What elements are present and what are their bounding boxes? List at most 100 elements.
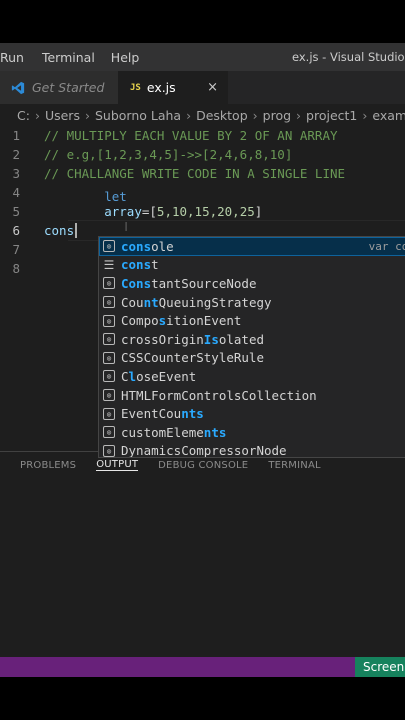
menu-bar: Run Terminal Help ex.js - Visual Studio … <box>0 43 405 71</box>
tab-label: Get Started <box>32 80 105 95</box>
suggestion-label: const <box>121 257 159 272</box>
window-title: ex.js - Visual Studio Co <box>292 50 405 64</box>
code-bracket: ] <box>254 204 263 219</box>
tab-terminal[interactable]: TERMINAL <box>268 460 320 471</box>
status-bar: Screen R <box>0 657 405 677</box>
chevron-right-icon: › <box>34 107 40 123</box>
line-number: 6 <box>12 223 20 238</box>
suggestion-label: DynamicsCompressorNode <box>121 443 287 458</box>
variable-icon: ⊚ <box>103 240 115 253</box>
suggestion-text: HTMLFormControlsCollection <box>121 387 317 403</box>
suggestion-text: QueuingStrategy <box>158 294 272 310</box>
suggestion-text: customEleme <box>121 424 204 440</box>
variable-icon: ⊚ <box>103 296 115 309</box>
chevron-right-icon: › <box>84 107 90 123</box>
suggestion-list: ⊚consolevar con☰const⊚ConstantSourceNode… <box>99 237 405 458</box>
suggestion-item[interactable]: ⊚ crossOriginIsolated <box>99 330 405 349</box>
breadcrumb-item[interactable]: Desktop <box>196 108 248 123</box>
menu-run[interactable]: Run <box>0 50 32 65</box>
suggestion-text: crossOrigin <box>121 331 204 347</box>
tab-label: ex.js <box>146 80 176 95</box>
bottom-panel: PROBLEMS OUTPUT DEBUG CONSOLE TERMINAL <box>0 451 405 658</box>
tab-ex-js[interactable]: JS ex.js × <box>118 71 228 104</box>
suggestion-text: Is <box>203 331 219 347</box>
menu-terminal[interactable]: Terminal <box>42 50 103 65</box>
suggestion-text: oseEvent <box>136 368 197 384</box>
suggestion-label: CloseEvent <box>121 369 196 384</box>
menu-help[interactable]: Help <box>111 50 148 65</box>
code-line: 2 // e.g,[1,2,3,4,5]->>[2,4,6,8,10] <box>0 145 405 164</box>
suggestion-item[interactable]: ⊚ CountQueuingStrategy <box>99 293 405 312</box>
suggestion-label: CSSCounterStyleRule <box>121 350 264 365</box>
suggestion-item[interactable]: ⊚ ConstantSourceNode <box>99 274 405 293</box>
line-number: 5 <box>12 204 20 219</box>
suggestion-label: EventCounts <box>121 406 204 421</box>
js-file-icon: JS <box>130 82 141 93</box>
close-icon[interactable]: × <box>207 80 218 95</box>
suggestion-item[interactable]: ⊚ HTMLFormControlsCollection <box>99 386 405 405</box>
suggestion-text: EventCou <box>121 406 182 422</box>
suggestion-item[interactable]: ☰ const <box>99 256 405 275</box>
tab-get-started[interactable]: Get Started <box>0 71 118 104</box>
suggestion-label: ConstantSourceNode <box>121 276 256 291</box>
suggestion-item[interactable]: ⊚ console var con <box>99 237 405 256</box>
code-numbers: 5,10,15,20,25 <box>156 204 255 219</box>
variable-icon: ⊚ <box>103 277 115 290</box>
breadcrumb-item[interactable]: Users <box>45 108 80 123</box>
text-caret <box>75 223 78 238</box>
code-line: 5 let array=[5,10,15,20,25] Ⅰ <box>0 189 405 234</box>
code-comment: // e.g,[1,2,3,4,5]->>[2,4,6,8,10] <box>44 147 293 162</box>
suggestion-item[interactable]: ⊚ CloseEvent <box>99 367 405 386</box>
chevron-right-icon: › <box>186 107 192 123</box>
code-typed-text: cons <box>44 223 75 238</box>
suggestion-text: CSSCounterStyleRule <box>121 350 264 366</box>
suggestion-text: itionEvent <box>166 313 242 329</box>
suggestion-text: cons <box>121 238 152 254</box>
breadcrumb-item[interactable]: project1 <box>306 108 357 123</box>
suggestion-item[interactable]: ⊚ DynamicsCompressorNode <box>99 442 405 458</box>
code-operator: =[ <box>141 204 157 219</box>
variable-icon: ⊚ <box>103 351 115 364</box>
breadcrumb-item[interactable]: example <box>372 108 405 123</box>
code-keyword: let <box>104 189 127 204</box>
suggestion-label: crossOriginIsolated <box>121 332 264 347</box>
suggestion-label: CountQueuingStrategy <box>121 295 272 310</box>
line-number: 7 <box>12 242 20 257</box>
code-variable: array <box>104 204 142 219</box>
suggestion-item[interactable]: ⊚ customElements <box>99 423 405 442</box>
breadcrumb-item[interactable]: Suborno Laha <box>95 108 181 123</box>
suggestion-item[interactable]: ⊚ CompositionEvent <box>99 311 405 330</box>
suggestion-text: DynamicsCompressorNode <box>121 443 287 458</box>
suggestion-item[interactable]: ⊚ CSSCounterStyleRule <box>99 349 405 368</box>
code-line: 1 // MULTIPLY EACH VALUE BY 2 OF AN ARRA… <box>0 126 405 145</box>
breadcrumb: C: › Users › Suborno Laha › Desktop › pr… <box>0 104 405 126</box>
chevron-right-icon: › <box>252 107 258 123</box>
breadcrumb-item[interactable]: prog <box>263 108 291 123</box>
suggestion-detail: var con <box>368 239 405 253</box>
breadcrumb-item[interactable]: C: <box>17 108 30 123</box>
suggestion-label: CompositionEvent <box>121 313 241 328</box>
tab-debug-console[interactable]: DEBUG CONSOLE <box>158 460 248 471</box>
line-number: 2 <box>12 147 20 162</box>
suggestion-text: nts <box>203 424 227 440</box>
line-number: 8 <box>12 261 20 276</box>
suggestion-text: cons <box>121 257 152 273</box>
suggestion-label: console <box>121 239 174 254</box>
variable-icon: ⊚ <box>103 407 115 420</box>
suggestion-text: l <box>128 368 137 384</box>
suggestion-text: tantSourceNode <box>151 275 257 291</box>
suggestion-text: t <box>151 257 159 273</box>
vscode-logo-icon <box>11 81 25 94</box>
suggestion-text: ole <box>151 238 174 254</box>
tab-problems[interactable]: PROBLEMS <box>20 460 76 471</box>
suggestion-text: nt <box>143 294 159 310</box>
screen-recorder-badge[interactable]: Screen R <box>355 657 405 677</box>
variable-icon: ⊚ <box>103 389 115 402</box>
variable-icon: ⊚ <box>103 314 115 327</box>
suggestion-text: Compo <box>121 313 159 329</box>
suggestion-item[interactable]: ⊚ EventCounts <box>99 404 405 423</box>
suggestion-text: Cons <box>121 275 152 291</box>
tab-output[interactable]: OUTPUT <box>96 459 139 471</box>
chevron-right-icon: › <box>296 107 302 123</box>
autocomplete-suggestions[interactable]: ⊚consolevar con☰const⊚ConstantSourceNode… <box>98 236 405 458</box>
